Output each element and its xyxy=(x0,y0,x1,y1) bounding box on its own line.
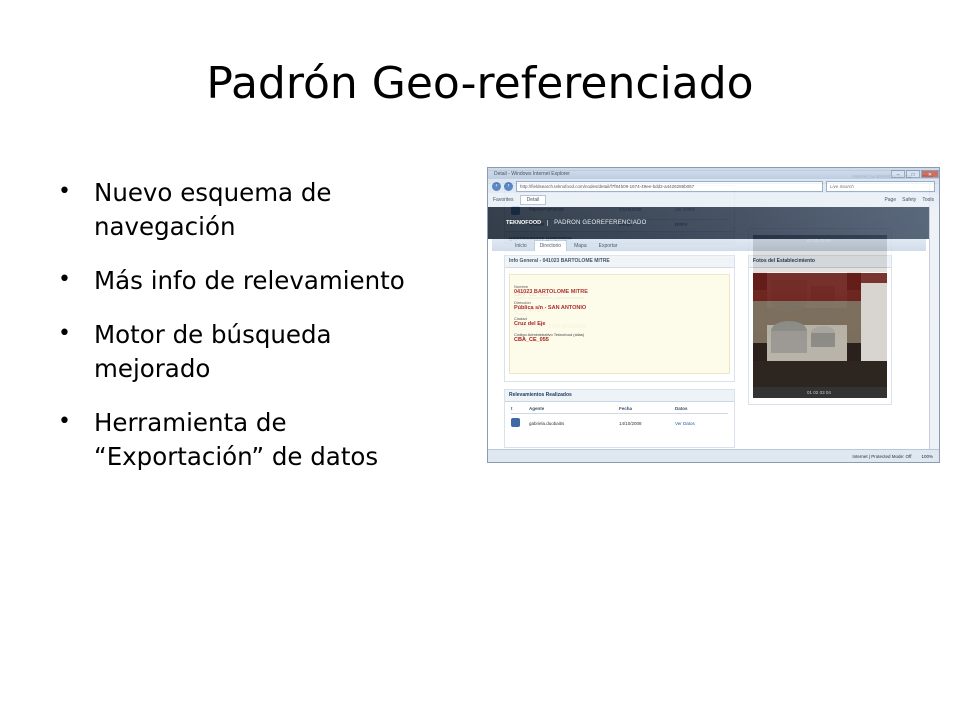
page-menu[interactable]: Page xyxy=(884,197,896,203)
maximize-icon[interactable]: □ xyxy=(906,169,920,178)
photos-panel: Fotos del Establecimiento 01 02 03 04 xyxy=(748,255,892,405)
browser-title-bar: Detail - Windows Internet Explorer – □ ✕ xyxy=(488,168,939,179)
app-logo: TEKNOFOOD xyxy=(506,220,549,226)
bullet-icon: • xyxy=(58,409,71,434)
field-value: Cruz del Eje xyxy=(514,321,546,327)
tab-directorio[interactable]: Directorio xyxy=(533,240,568,251)
col-header-datos: Datos xyxy=(675,406,688,411)
info-general-body: Nombre 041023 BARTOLOME MITRE Dirección … xyxy=(509,274,730,374)
favorites-bar: Favorites Detail Page Safety Tools xyxy=(488,193,939,208)
pager-3[interactable]: 03 xyxy=(820,390,826,395)
survey-date: 14/10/2008 xyxy=(619,420,642,426)
ver-datos-link[interactable]: Ver Datos xyxy=(675,421,728,426)
bullet-icon: • xyxy=(58,267,71,292)
relevamientos-header: Relevamientos Realizados xyxy=(505,390,734,402)
bullet-item: • Herramienta de “Exportación” de datos xyxy=(54,406,454,474)
search-input[interactable]: Live Search xyxy=(826,180,935,192)
bullet-item: • Más info de relevamiento xyxy=(54,264,454,298)
pager-2[interactable]: 02 xyxy=(813,390,819,395)
field-value: Pública s/n - SAN ANTONIO xyxy=(514,305,587,311)
table-header: t Agente Fecha Datos xyxy=(511,406,728,414)
bullet-list: • Nuevo esquema de navegación • Más info d… xyxy=(54,176,454,494)
field-value: CBA_CE_055 xyxy=(514,337,549,343)
avatar xyxy=(511,418,520,427)
col-header-fecha: Fecha xyxy=(619,406,633,411)
back-icon[interactable]: ‹ xyxy=(492,181,501,191)
status-text: Internet | Protected Mode: Off xyxy=(852,453,912,459)
address-input[interactable]: http://fieldsearch.teknofood.com/nodes/d… xyxy=(516,180,823,192)
close-icon[interactable]: ✕ xyxy=(921,169,939,178)
tab-mapa[interactable]: Mapa xyxy=(569,241,592,251)
bullet-item: • Nuevo esquema de navegación xyxy=(54,176,454,244)
scrollbar[interactable] xyxy=(929,207,939,450)
bullet-text: Herramienta de “Exportación” de datos xyxy=(94,408,379,471)
bullet-text: Motor de búsqueda mejorado xyxy=(94,320,332,383)
establishment-photo[interactable]: 01 02 03 04 xyxy=(753,273,887,398)
kitchen-photo-icon: 01 02 03 04 xyxy=(753,273,887,398)
bullet-text: Más info de relevamiento xyxy=(94,266,405,295)
zoom-level[interactable]: 100% xyxy=(921,454,933,459)
pager-4[interactable]: 04 xyxy=(826,390,832,395)
photos-header: Fotos del Establecimiento xyxy=(749,256,891,268)
favorites-button[interactable]: Favorites xyxy=(493,197,514,203)
browser-screenshot: Detail - Windows Internet Explorer – □ ✕… xyxy=(487,167,940,463)
bullet-icon: • xyxy=(58,179,71,204)
app-title: PADRON GEOREFERENCIADO xyxy=(554,220,647,226)
app-nav: Inicio Directorio Mapa Exportar xyxy=(492,239,926,251)
forward-icon[interactable]: › xyxy=(504,181,513,191)
browser-window-title: Detail - Windows Internet Explorer xyxy=(494,170,570,177)
app-content: Info General - 041023 BARTOLOME MITRE No… xyxy=(504,255,926,450)
app-banner: TEKNOFOOD PADRON GEOREFERENCIADO xyxy=(488,207,930,239)
col-header-t: t xyxy=(511,406,513,411)
bullet-icon: • xyxy=(58,321,71,346)
tab-inicio[interactable]: Inicio xyxy=(510,241,532,251)
tab-exportar[interactable]: Exportar xyxy=(594,241,623,251)
address-bar-row: ‹ › http://fieldsearch.teknofood.com/nod… xyxy=(488,179,939,193)
safety-menu[interactable]: Safety xyxy=(902,197,916,203)
tools-menu[interactable]: Tools xyxy=(922,197,934,203)
minimize-icon[interactable]: – xyxy=(891,169,905,178)
pager-1[interactable]: 01 xyxy=(807,390,813,395)
bullet-text: Nuevo esquema de navegación xyxy=(94,178,332,241)
photo-pager[interactable]: 01 02 03 04 xyxy=(807,390,831,395)
col-header-agente: Agente xyxy=(529,406,545,411)
bullet-item: • Motor de búsqueda mejorado xyxy=(54,318,454,386)
table-row: gabriela.duobaitis 14/10/2008 Ver Datos xyxy=(511,418,728,428)
status-bar: Internet | Protected Mode: Off 100% xyxy=(488,449,939,462)
slide-title: Padrón Geo-referenciado xyxy=(206,58,754,109)
agent-name: gabriela.duobaitis xyxy=(529,420,565,426)
field-value: 041023 BARTOLOME MITRE xyxy=(514,289,588,295)
relevamientos-panel: Relevamientos Realizados t Agente Fecha … xyxy=(504,389,735,448)
browser-tab[interactable]: Detail xyxy=(519,195,547,205)
page-viewport: TEKNOFOOD PADRON GEOREFERENCIADO Inicio … xyxy=(488,207,930,450)
info-general-panel: Info General - 041023 BARTOLOME MITRE No… xyxy=(504,255,735,382)
info-general-header: Info General - 041023 BARTOLOME MITRE xyxy=(505,256,734,268)
